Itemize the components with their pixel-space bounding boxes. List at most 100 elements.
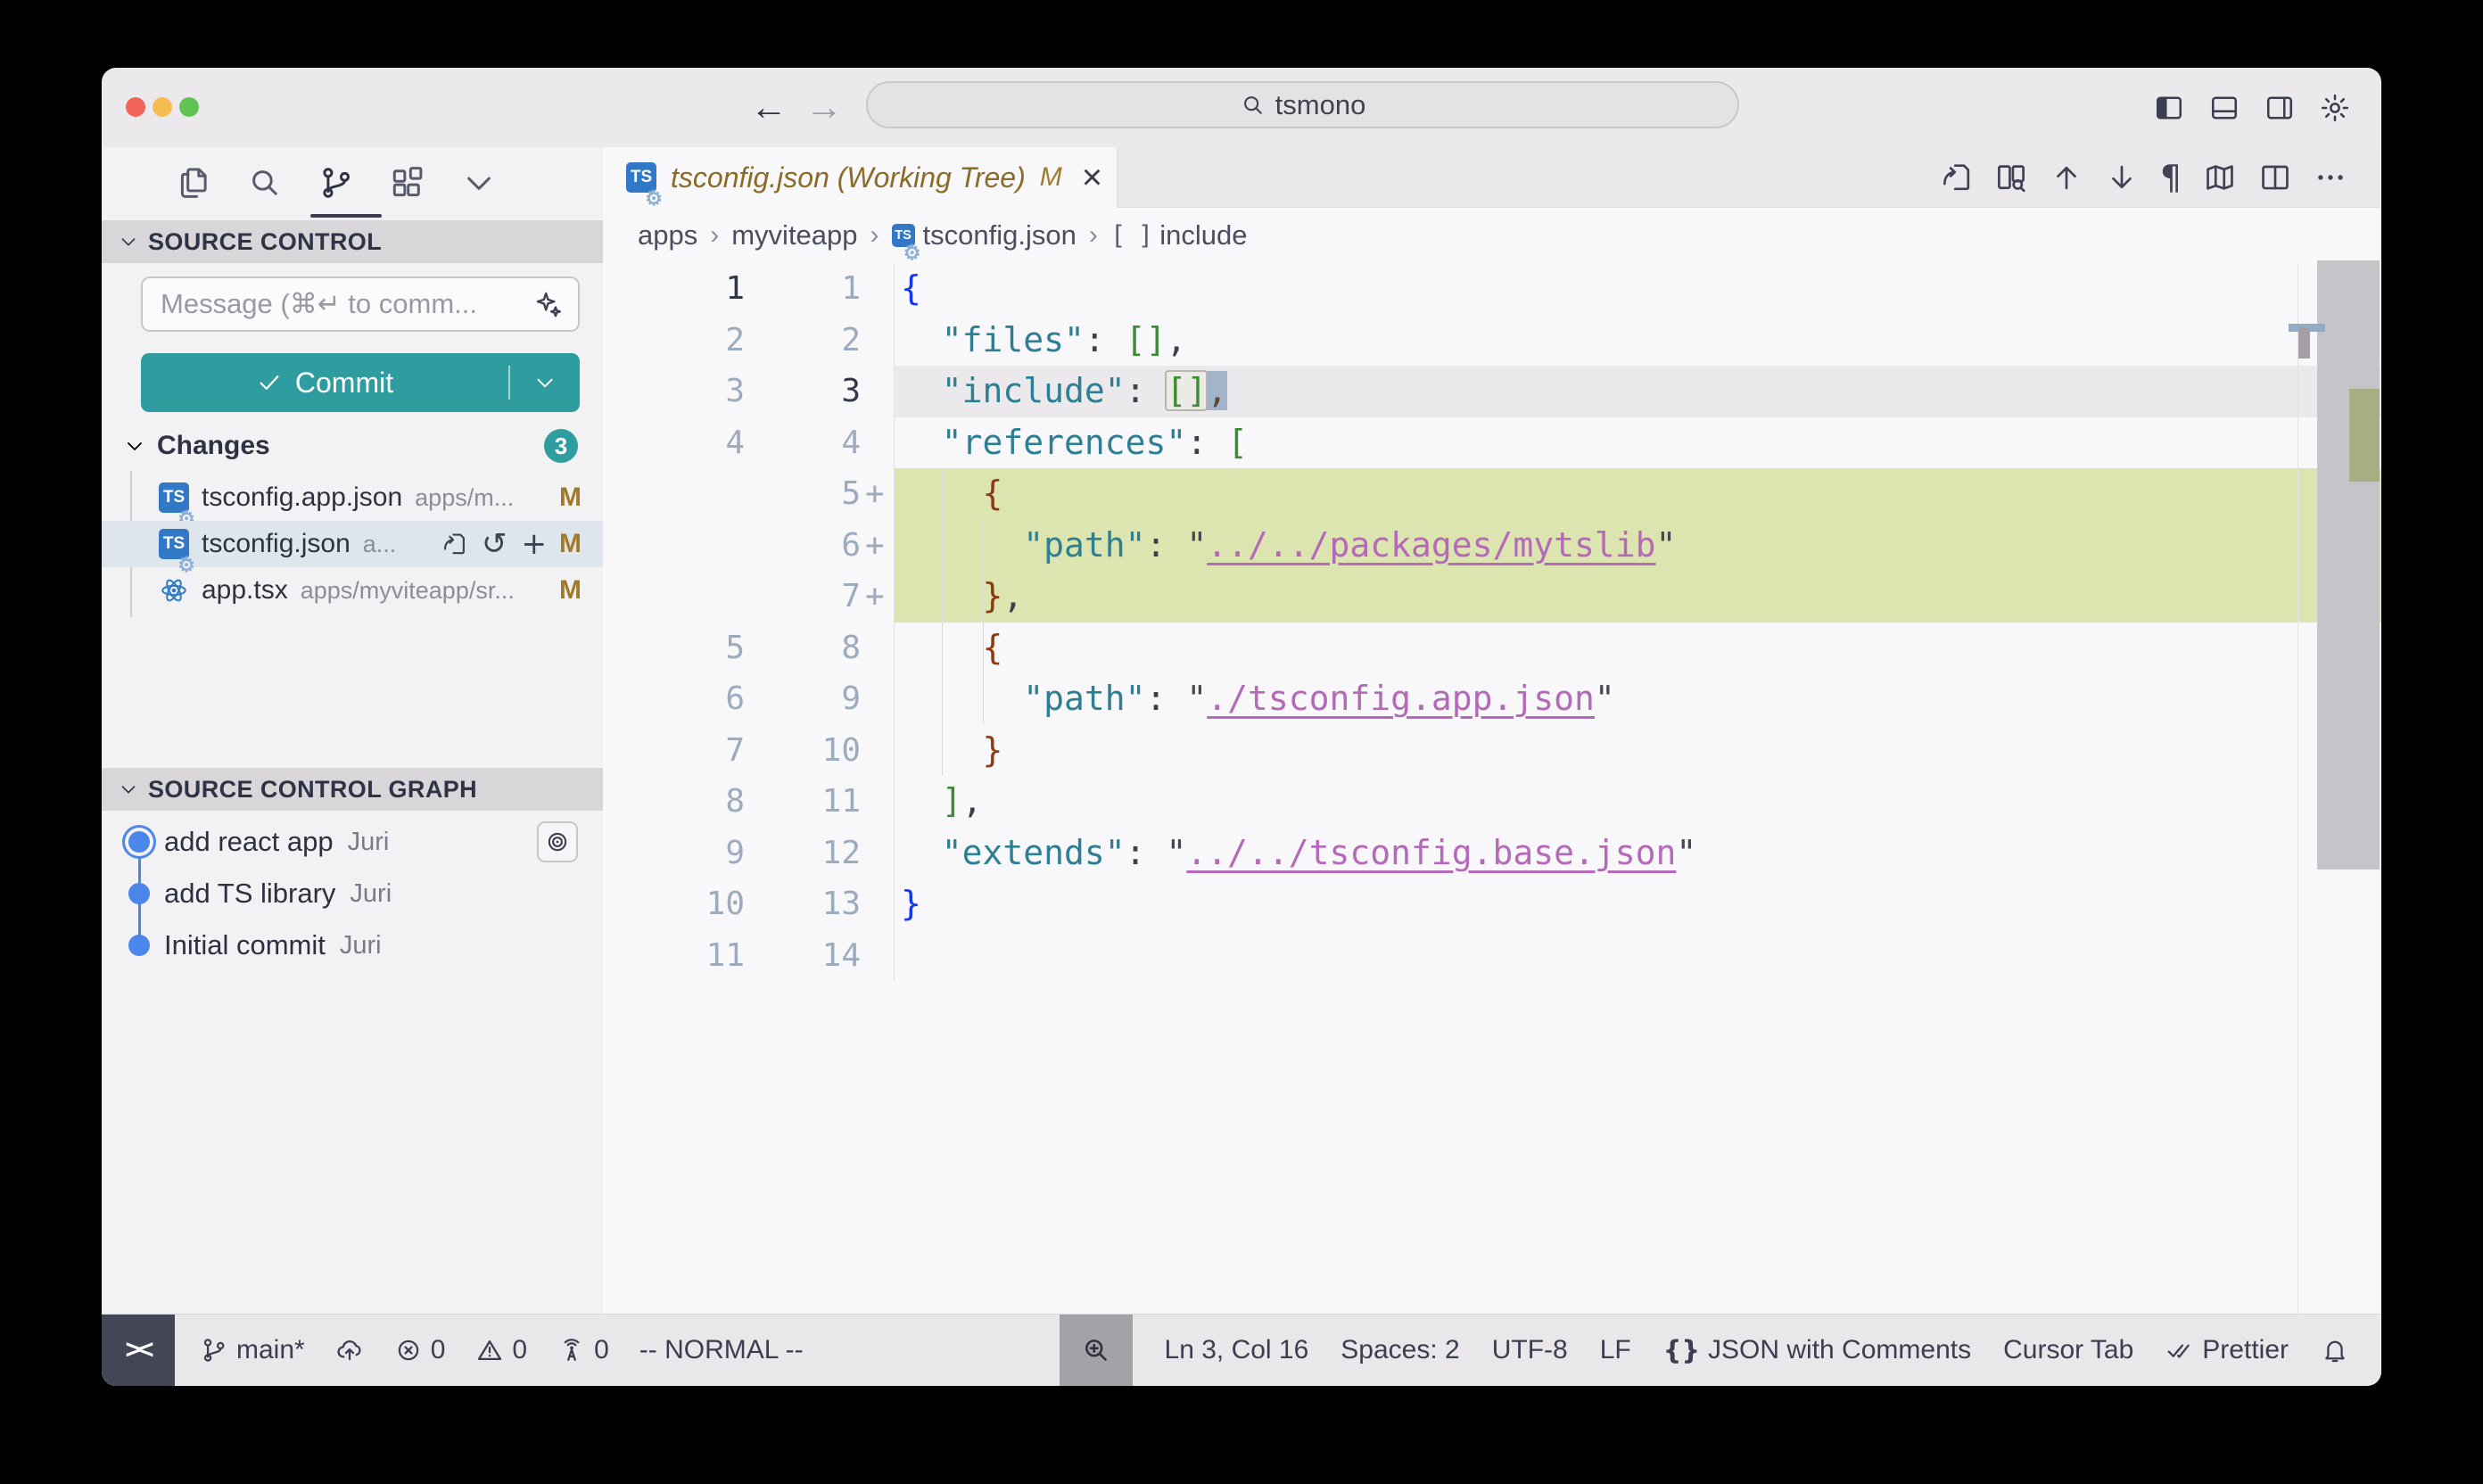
tsconfig-icon: TS⚙ <box>626 162 656 193</box>
zoom-indicator[interactable] <box>1060 1315 1133 1386</box>
source-control-section-header[interactable]: SOURCE CONTROL <box>102 220 603 263</box>
file-path: apps/myviteapp/sr... <box>301 577 547 605</box>
split-editor-icon[interactable] <box>2258 161 2292 194</box>
toggle-right-sidebar-icon[interactable] <box>2264 92 2296 124</box>
source-control-graph-header[interactable]: SOURCE CONTROL GRAPH <box>102 768 603 811</box>
code-line-4[interactable]: 44 "references": [ <box>603 417 2381 469</box>
code-line-13[interactable]: 1013} <box>603 878 2381 930</box>
minimize-window-button[interactable] <box>153 97 172 117</box>
code-text: { <box>901 263 921 315</box>
more-actions-icon[interactable] <box>2314 161 2347 194</box>
code-line-10[interactable]: 710 } <box>603 725 2381 777</box>
code-line-5[interactable]: 5+ { <box>603 468 2381 520</box>
code-line-7[interactable]: 7+ }, <box>603 571 2381 622</box>
commit-message: Initial commit <box>164 929 326 961</box>
file-path: a... <box>363 531 428 558</box>
code-line-2[interactable]: 22 "files": [], <box>603 315 2381 367</box>
discard-icon[interactable]: ↺ <box>482 529 507 559</box>
code-line-6[interactable]: 6+ "path": "../../packages/mytslib" <box>603 520 2381 572</box>
changes-section-header[interactable]: Changes 3 <box>102 426 603 466</box>
toggle-left-sidebar-icon[interactable] <box>2153 92 2185 124</box>
zoom-window-button[interactable] <box>179 97 199 117</box>
navigate-forward-button[interactable]: → <box>805 86 843 128</box>
indentation-status[interactable]: Spaces: 2 <box>1340 1335 1459 1365</box>
activity-bar-extensions-icon[interactable] <box>389 164 426 202</box>
checkout-target-button[interactable] <box>537 821 578 862</box>
commit-dropdown-button[interactable] <box>510 370 580 395</box>
code-text: "extends": "../../tsconfig.base.json" <box>901 828 1696 879</box>
open-file-icon[interactable] <box>1939 161 1973 194</box>
changes-file-row-tsconfig.json[interactable]: TS⚙tsconfig.jsona...↺+M <box>102 521 603 567</box>
array-icon: [ ] <box>1110 220 1151 251</box>
code-line-3[interactable]: 33 "include": [], <box>603 366 2381 417</box>
ts-icon: TS⚙ <box>159 529 189 559</box>
code-line-12[interactable]: 912 "extends": "../../tsconfig.base.json… <box>603 828 2381 879</box>
settings-gear-icon[interactable] <box>2319 92 2351 124</box>
code-text: "references": [ <box>901 417 1248 469</box>
vim-mode-status[interactable]: -- NORMAL -- <box>639 1335 804 1365</box>
remote-indicator[interactable]: >< <box>102 1315 175 1386</box>
commit-message-input[interactable]: Message (⌘↵ to comm... <box>141 276 580 332</box>
tab-close-button[interactable]: × <box>1082 160 1102 195</box>
commit-row-1[interactable]: add react appJuri <box>102 816 603 868</box>
old-line-number: 9 <box>633 828 745 879</box>
tab-tsconfig-working-tree[interactable]: TS⚙ tsconfig.json (Working Tree) M × <box>603 147 1118 208</box>
changes-file-row-tsconfig.app.json[interactable]: TS⚙tsconfig.app.jsonapps/m...M <box>102 474 603 521</box>
diff-editor[interactable]: 11{22 "files": [],33 "include": [],44 "r… <box>603 263 2381 981</box>
eol-status[interactable]: LF <box>1600 1335 1631 1365</box>
changes-file-row-app.tsx[interactable]: app.tsxapps/myviteapp/sr...M <box>102 567 603 614</box>
scrollbar-thumb[interactable] <box>2317 260 2380 870</box>
indent-guide <box>983 519 984 724</box>
publish-status[interactable] <box>335 1336 364 1364</box>
close-window-button[interactable] <box>126 97 145 117</box>
open-file-icon[interactable] <box>441 531 467 557</box>
encoding-status[interactable]: UTF-8 <box>1492 1335 1568 1365</box>
branch-status[interactable]: main* <box>200 1335 305 1365</box>
commit-button[interactable]: Commit <box>141 353 580 412</box>
file-name: tsconfig.json <box>202 529 351 559</box>
sparkle-icon[interactable] <box>533 289 564 319</box>
commit-author: Juri <box>350 879 392 909</box>
cursor-tab-status[interactable]: Cursor Tab <box>2003 1335 2133 1365</box>
map-icon[interactable] <box>2203 161 2237 194</box>
code-text: ], <box>901 776 983 828</box>
stage-icon[interactable]: + <box>522 529 548 559</box>
code-line-1[interactable]: 11{ <box>603 263 2381 315</box>
code-text: "files": [], <box>901 315 1186 367</box>
pilcrow-icon[interactable]: ¶ <box>2160 161 2182 194</box>
breadcrumb-item-myviteapp[interactable]: myviteapp <box>731 219 857 251</box>
breadcrumb-item-tsconfig.json[interactable]: TS⚙tsconfig.json <box>892 219 1077 251</box>
code-line-9[interactable]: 69 "path": "./tsconfig.app.json" <box>603 673 2381 725</box>
code-line-14[interactable]: 1114 <box>603 930 2381 982</box>
errors-status[interactable]: 0 <box>394 1335 446 1365</box>
cursor-position-status[interactable]: Ln 3, Col 16 <box>1165 1335 1309 1365</box>
compare-editor-icon[interactable] <box>1994 161 2028 194</box>
formatter-status[interactable]: Prettier <box>2165 1335 2289 1365</box>
command-center-search[interactable]: tsmono <box>866 81 1739 128</box>
source-control-graph-title: SOURCE CONTROL GRAPH <box>148 776 477 804</box>
ports-status[interactable]: 0 <box>557 1335 609 1365</box>
breadcrumb-item-include[interactable]: [ ]include <box>1110 219 1248 251</box>
commit-row-2[interactable]: add TS libraryJuri <box>102 868 603 919</box>
warnings-status[interactable]: 0 <box>475 1335 527 1365</box>
next-change-icon[interactable] <box>2105 161 2139 194</box>
language-status[interactable]: {}JSON with Comments <box>1663 1335 1971 1365</box>
navigate-back-button[interactable]: ← <box>750 86 788 128</box>
gutter-divider <box>894 263 895 981</box>
notifications-bell[interactable] <box>2321 1336 2349 1364</box>
titlebar: ← → tsmono <box>102 68 2381 147</box>
ts-icon: TS⚙ <box>159 482 189 513</box>
tab-modified-badge: M <box>1040 162 1062 193</box>
previous-change-icon[interactable] <box>2050 161 2083 194</box>
changes-label: Changes <box>157 431 270 461</box>
code-line-8[interactable]: 58 { <box>603 622 2381 674</box>
toggle-bottom-panel-icon[interactable] <box>2208 92 2240 124</box>
old-line-number: 7 <box>633 725 745 777</box>
breadcrumb-item-apps[interactable]: apps <box>638 219 697 251</box>
activity-bar-search-icon[interactable] <box>246 164 284 202</box>
activity-bar-source-control-icon[interactable] <box>318 164 355 202</box>
activity-bar-chevron-down-icon[interactable] <box>460 164 498 202</box>
activity-bar-files-icon[interactable] <box>175 164 212 202</box>
code-line-11[interactable]: 811 ], <box>603 776 2381 828</box>
commit-row-3[interactable]: Initial commitJuri <box>102 919 603 971</box>
